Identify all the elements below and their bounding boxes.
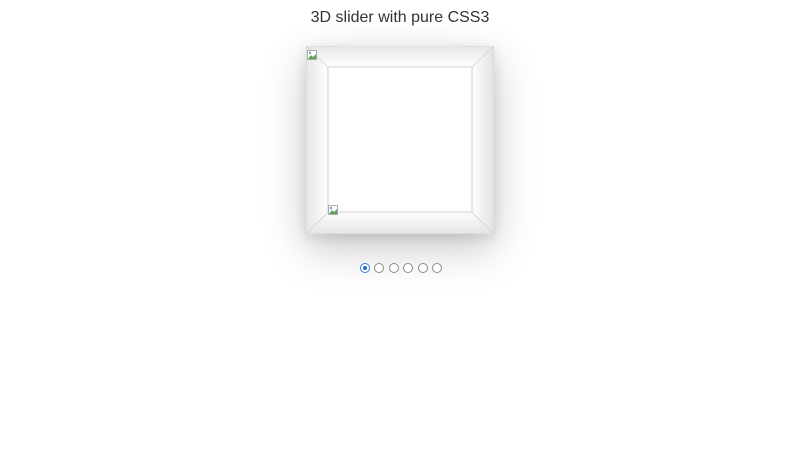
- cube-face-top: [306, 46, 494, 68]
- cube-face-right: [471, 46, 494, 234]
- slide-radio-5[interactable]: [417, 263, 428, 273]
- broken-image-icon: [328, 202, 338, 215]
- slider-pagination: [360, 263, 442, 275]
- slide-radio-3[interactable]: [388, 263, 399, 273]
- slide-radio-6[interactable]: [431, 263, 442, 273]
- slider-cube: [306, 46, 494, 234]
- cube-face-front: [327, 66, 473, 213]
- broken-image-icon: [307, 47, 317, 60]
- slide-radio-2[interactable]: [374, 263, 385, 273]
- slide-radio-1[interactable]: [360, 263, 370, 273]
- page-title: 3D slider with pure CSS3: [310, 9, 490, 26]
- cube-face-bottom: [306, 211, 494, 234]
- slide-radio-4[interactable]: [403, 263, 414, 273]
- cube-face-left: [306, 46, 329, 234]
